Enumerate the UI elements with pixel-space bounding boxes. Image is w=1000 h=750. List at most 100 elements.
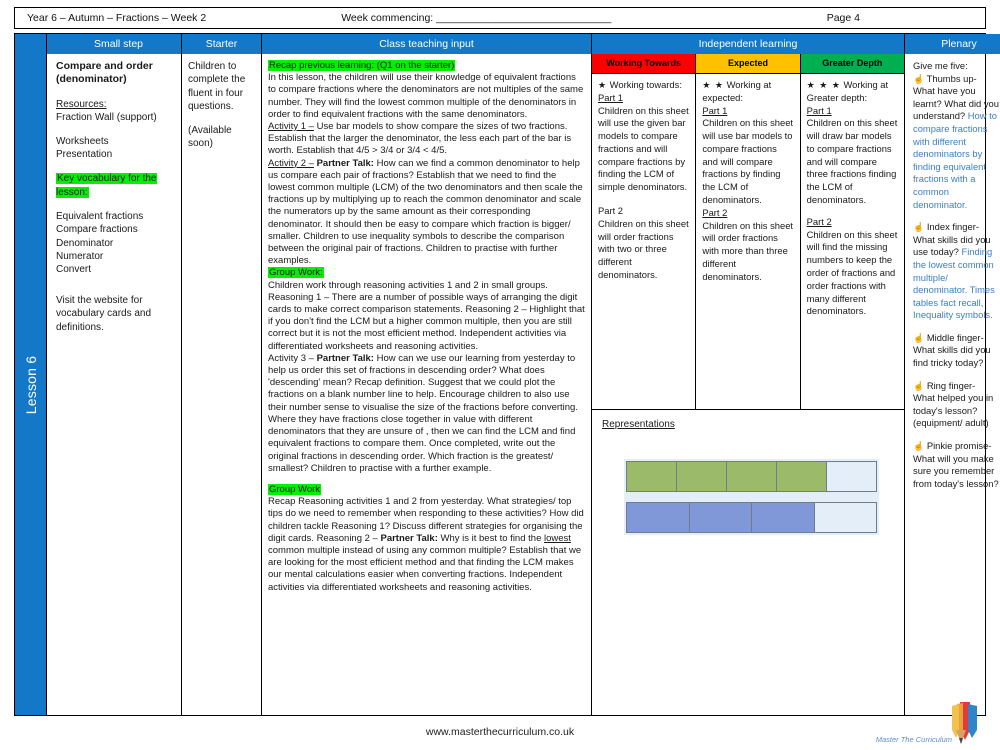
activity-3: Activity 3 – Partner Talk: How can we us…	[268, 353, 585, 475]
list-item: Convert	[56, 264, 92, 275]
level-expected: Expected ★ ★ Working at expected: Part 1…	[696, 54, 801, 409]
group-work-1-heading: Group Work:	[268, 267, 324, 279]
activity-1-text: Use bar models to show compare the sizes…	[268, 121, 572, 157]
column-header-class-teaching-input: Class teaching input	[262, 34, 592, 54]
level-heading-greater-depth: Greater Depth	[800, 54, 904, 74]
week-commencing-field: Week commencing: _______________________…	[341, 12, 612, 24]
bar-model-three-quarters	[626, 502, 877, 533]
independent-levels: Working Towards ★ Working towards: Part …	[592, 54, 904, 409]
list-item: Compare fractions	[56, 224, 138, 236]
lesson-plan-page: Year 6 – Autumn – Fractions – Week 2 Wee…	[0, 0, 1000, 750]
plenary-item: ☝ Middle finger- What skills did you fin…	[913, 332, 999, 370]
teaching-intro: In this lesson, the children will use th…	[268, 72, 584, 120]
bar-cell	[727, 462, 777, 491]
level-working-towards: Working Towards ★ Working towards: Part …	[592, 54, 697, 409]
activity-1: Activity 1 – Use bar models to show comp…	[268, 121, 585, 158]
small-step-resources: Resources: Fraction Wall (support)	[56, 98, 175, 124]
list-item: Denominator	[56, 237, 114, 249]
part2-text-wt: Children on this sheet will order fracti…	[598, 217, 689, 280]
column-header-independent-learning: Independent learning	[592, 34, 905, 54]
group-work-2-part-b: Why is it best to find the	[437, 532, 544, 544]
bar-cell	[627, 503, 690, 532]
bar-cell-empty	[814, 503, 876, 532]
footer-url: www.masterthecurriculum.co.uk	[425, 726, 575, 738]
page-header-bar: Year 6 – Autumn – Fractions – Week 2 Wee…	[14, 7, 986, 29]
part1-text-wt: Children on this sheet will use the give…	[598, 104, 689, 193]
part1-label-exp: Part 1	[702, 104, 728, 116]
part1-label-wt: Part 1	[598, 91, 624, 103]
recap-heading: Recap previous learning: (Q1 on the star…	[268, 60, 456, 71]
level-intro-gd: ★ ★ ★ Working at Greater depth:	[807, 79, 898, 105]
starter-availability: (Available soon)	[188, 124, 232, 149]
level-heading-expected: Expected	[696, 54, 800, 74]
bar-cell-empty	[827, 462, 876, 491]
level-greater-depth: Greater Depth ★ ★ ★ Working at Greater d…	[800, 54, 904, 409]
website-note: Visit the website for vocabulary cards a…	[56, 295, 152, 333]
part2-label-wt: Part 2	[598, 205, 624, 217]
level-intro-exp: ★ ★ Working at expected:	[702, 79, 793, 105]
star-icon: ★ ★ ★	[806, 80, 841, 90]
group-work-2-partner-talk: Partner Talk:	[380, 532, 438, 544]
lesson-plan-table: Small step Starter Class teaching input …	[14, 33, 1000, 716]
activity-3-partner-talk: Partner Talk:	[316, 352, 374, 364]
plenary-item: ☝ Thumbs up- What have you learnt? What …	[913, 73, 999, 212]
resources-value: Fraction Wall (support)	[56, 112, 157, 124]
part1-text-gd: Children on this sheet will draw bar mod…	[806, 117, 898, 206]
plenary-item: ☝ Ring finger- What helped you in today'…	[913, 380, 999, 430]
bar-cell	[752, 503, 815, 532]
table-header-row: Small step Starter Class teaching input …	[15, 34, 1000, 54]
activity-2-partner-talk: Partner Talk:	[316, 157, 374, 169]
lesson-spine: Lesson 6	[15, 54, 47, 715]
plenary-question: Middle finger- What skills did you find …	[913, 331, 991, 369]
representations-title: Representations	[602, 419, 675, 430]
group-work-2-lowest: lowest	[544, 532, 571, 544]
part2-label-gd: Part 2	[806, 215, 832, 227]
part2-label-exp: Part 2	[702, 206, 728, 218]
column-header-small-step: Small step	[47, 34, 182, 54]
bar-cell	[627, 462, 677, 491]
bar-cell	[777, 462, 827, 491]
vocab-heading-wrap: Key vocabulary for the lesson:	[56, 172, 175, 199]
list-item: Numerator	[56, 250, 104, 262]
hand-icon: ☝	[913, 380, 925, 391]
level-body-greater-depth: ★ ★ ★ Working at Greater depth: Part 1 C…	[801, 74, 904, 323]
header-spine-cell	[15, 34, 47, 54]
table-body-row: Lesson 6 Compare and order (denominator)…	[15, 54, 999, 715]
hand-icon: ☝	[913, 73, 925, 84]
resources-value-2: Worksheets Presentation	[56, 136, 113, 161]
hand-icon: ☝	[913, 332, 925, 343]
bar-cell	[689, 503, 752, 532]
cell-starter: Children to complete the fluent in four …	[182, 54, 262, 715]
plenary-item: ☝ Pinkie promise- What will you make sur…	[913, 440, 999, 490]
column-header-plenary: Plenary	[905, 34, 1000, 54]
list-item: Equivalent fractions	[56, 211, 144, 223]
starter-text: Children to complete the fluent in four …	[188, 61, 246, 113]
group-work-2-text: Recap Reasoning activities 1 and 2 from …	[268, 496, 585, 594]
bar-model-diagram	[624, 459, 879, 535]
activity-2: Activity 2 – Partner Talk: How can we fi…	[268, 158, 585, 268]
part2-text-gd: Children on this sheet will find the mis…	[806, 228, 898, 317]
part1-text-exp: Children on this sheet will use bar mode…	[702, 117, 794, 206]
level-intro-text: Working towards:	[607, 79, 682, 90]
cell-class-teaching-input: Recap previous learning: (Q1 on the star…	[262, 54, 592, 715]
cell-plenary: Give me five: ☝ Thumbs up- What have you…	[905, 54, 1000, 715]
master-the-curriculum-logo	[952, 702, 977, 744]
bar-cell	[677, 462, 727, 491]
level-intro-wt: ★ Working towards:	[598, 79, 689, 92]
key-vocabulary-heading: Key vocabulary for the lesson:	[56, 173, 157, 198]
plenary-answer: Finding the lowest common multiple/ deno…	[913, 246, 995, 321]
plenary-item: ☝ Index finger- What skills did you use …	[913, 221, 999, 322]
column-header-starter: Starter	[182, 34, 262, 54]
vocabulary-list: Equivalent fractions Compare fractions D…	[56, 210, 175, 276]
group-work-2-part-c: common multiple instead of using any com…	[268, 544, 582, 593]
plenary-question: Pinkie promise- What will you make sure …	[913, 440, 999, 489]
bar-model-four-fifths	[626, 461, 877, 492]
cell-small-step: Compare and order (denominator) Resource…	[47, 54, 182, 715]
representations-section: Representations	[592, 409, 904, 715]
part1-label-gd: Part 1	[806, 104, 832, 116]
star-icon: ★ ★	[702, 80, 724, 90]
plenary-title: Give me five:	[913, 60, 968, 71]
small-step-resources-2: Worksheets Presentation	[56, 135, 175, 161]
resources-label: Resources:	[56, 99, 107, 111]
level-body-expected: ★ ★ Working at expected: Part 1 Children…	[696, 74, 799, 289]
